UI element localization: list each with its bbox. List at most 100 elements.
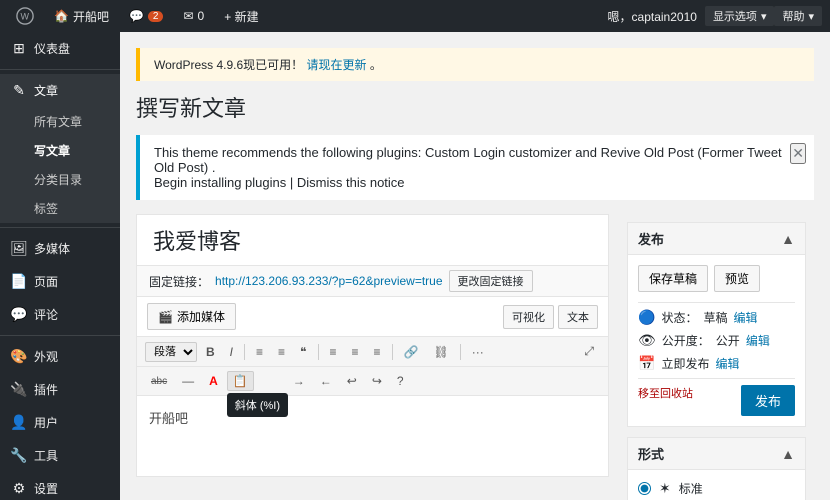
sidebar-item-settings[interactable]: ⚙ 设置: [0, 472, 120, 500]
sidebar-item-plugins[interactable]: 🔌 插件: [0, 373, 120, 406]
sidebar-item-all-posts[interactable]: 所有文章: [0, 107, 120, 136]
bold-button[interactable]: B: [200, 342, 221, 362]
adminbar-greeting[interactable]: 嗯，captain2010: [600, 8, 705, 25]
admin-bar: W 🏠 开船吧 💬 2 ✉ 0 + 新建 嗯，captain2010 显示选项 …: [0, 0, 830, 32]
redo-button[interactable]: ↪: [366, 371, 388, 391]
format-panel-header: 形式 ▲: [628, 438, 805, 470]
fullscreen-button[interactable]: ⤢: [578, 341, 600, 362]
paste-text-button[interactable]: 📋: [227, 371, 254, 391]
publish-actions: 保存草稿 预览: [638, 265, 795, 292]
home-icon: 🏠: [54, 9, 69, 23]
message-icon: ✉: [183, 9, 193, 23]
unordered-list-button[interactable]: ≡: [250, 342, 269, 362]
standard-icon: ✶: [659, 480, 671, 497]
horizontal-rule-button[interactable]: —: [176, 371, 200, 391]
dashboard-icon: ⊞: [10, 40, 28, 57]
plugin-notice: This theme recommends the following plug…: [136, 135, 814, 200]
publish-panel: 发布 ▲ 保存草稿 预览 🔵 状态： 草稿 编辑: [627, 222, 806, 427]
sidebar-item-pages[interactable]: 📄 页面: [0, 265, 120, 298]
sidebar-item-comments[interactable]: 💬 评论: [0, 298, 120, 331]
format-panel: 形式 ▲ ✶ 标准 📄 日志 🖼: [627, 437, 806, 500]
adminbar-comments[interactable]: 💬 2: [121, 9, 172, 23]
publish-panel-body: 保存草稿 预览 🔵 状态： 草稿 编辑 👁 公开度： 公开 编辑: [628, 255, 805, 426]
display-options-button[interactable]: 显示选项 ▾: [705, 6, 775, 26]
status-row: 🔵 状态： 草稿 编辑: [638, 309, 795, 326]
sidebar-item-media[interactable]: 🖼 多媒体: [0, 232, 120, 265]
users-icon: 👤: [10, 414, 28, 431]
publish-panel-toggle[interactable]: ▲: [781, 231, 795, 247]
add-media-button[interactable]: 🎬 添加媒体: [147, 303, 236, 330]
ordered-list-button[interactable]: ≡: [272, 342, 291, 362]
right-sidebar: 发布 ▲ 保存草稿 预览 🔵 状态： 草稿 编辑: [619, 214, 814, 500]
toolbar-separator-4: [460, 344, 461, 360]
appearance-icon: 🎨: [10, 348, 28, 365]
posts-submenu: 所有文章 写文章 分类目录 标签: [0, 107, 120, 223]
font-color-button[interactable]: A: [203, 371, 224, 391]
sidebar-item-categories[interactable]: 分类目录: [0, 165, 120, 194]
align-right-button[interactable]: ≡: [368, 342, 387, 362]
change-permalink-button[interactable]: 更改固定链接: [449, 270, 533, 292]
visual-tab[interactable]: 可视化: [503, 305, 554, 329]
unlink-button[interactable]: ⛓: [428, 342, 455, 362]
blockquote-button[interactable]: ❝: [294, 342, 312, 362]
adminbar-site-name[interactable]: 🏠 开船吧: [46, 8, 117, 25]
permalink-url[interactable]: http://123.206.93.233/?p=62&preview=true: [215, 274, 443, 288]
italic-button[interactable]: I: [224, 342, 239, 362]
editor-container: 固定链接： http://123.206.93.233/?p=62&previe…: [136, 214, 609, 500]
toolbar-separator-3: [392, 344, 393, 360]
wp-logo[interactable]: W: [8, 7, 42, 25]
format-standard-radio[interactable]: [638, 482, 651, 495]
sidebar-item-dashboard[interactable]: ⊞ 仪表盘: [0, 32, 120, 65]
adminbar-messages[interactable]: ✉ 0: [175, 9, 212, 23]
sidebar-item-users[interactable]: 👤 用户: [0, 406, 120, 439]
insert-link-button[interactable]: 🔗: [398, 342, 425, 362]
pages-icon: 📄: [10, 273, 28, 290]
format-select[interactable]: 段落: [145, 342, 197, 362]
update-link[interactable]: 请现在更新: [307, 58, 367, 72]
media-icon: 🖼: [10, 240, 28, 257]
editor-wrapper: 固定链接： http://123.206.93.233/?p=62&previe…: [136, 214, 609, 477]
toolbar-row-1: 段落 B I ≡ ≡ ❝ ≡ ≡ ≡ 🔗 ⛓ ···: [137, 337, 608, 367]
outdent-button[interactable]: ←: [314, 371, 338, 391]
preview-button[interactable]: 预览: [714, 265, 760, 292]
toolbar-separator-2: [318, 344, 319, 360]
strikethrough-button[interactable]: abc: [145, 373, 173, 390]
close-notice-button[interactable]: ✕: [790, 143, 806, 164]
move-to-trash-link[interactable]: 移至回收站: [638, 388, 693, 400]
publish-button[interactable]: 发布: [741, 385, 795, 416]
format-panel-toggle[interactable]: ▲: [781, 446, 795, 462]
help-button[interactable]: ?: [391, 371, 410, 391]
visibility-edit-link[interactable]: 编辑: [746, 332, 770, 349]
sidebar-item-write-post[interactable]: 写文章: [0, 136, 120, 165]
publish-panel-header: 发布 ▲: [628, 223, 805, 255]
read-more-button[interactable]: ···: [466, 342, 490, 362]
publish-time-edit-link[interactable]: 编辑: [715, 355, 739, 372]
text-tab[interactable]: 文本: [558, 305, 598, 329]
settings-icon: ⚙: [10, 480, 28, 497]
sidebar-item-tags[interactable]: 标签: [0, 194, 120, 223]
save-draft-button[interactable]: 保存草稿: [638, 265, 708, 292]
plugin1-link[interactable]: Custom Login customizer: [425, 145, 572, 160]
status-icon: 🔵: [638, 309, 655, 326]
toolbar-row-2: abc — A 📋 斜体 (%I) → ← ↩ ↪ ?: [137, 367, 608, 396]
post-title-area: [137, 215, 608, 266]
dismiss-notice-link[interactable]: Dismiss this notice: [297, 175, 405, 190]
adminbar-new[interactable]: + 新建: [216, 8, 266, 25]
begin-install-link[interactable]: Begin installing plugins: [154, 175, 286, 190]
help-button[interactable]: 帮助 ▾: [774, 6, 822, 26]
align-center-button[interactable]: ≡: [346, 342, 365, 362]
align-left-button[interactable]: ≡: [324, 342, 343, 362]
indent-button[interactable]: →: [287, 371, 311, 391]
sidebar-item-tools[interactable]: 🔧 工具: [0, 439, 120, 472]
format-standard: ✶ 标准: [638, 480, 795, 497]
editor-body[interactable]: 开船吧: [137, 396, 608, 476]
undo-button[interactable]: ↩: [341, 371, 363, 391]
sidebar-item-appearance[interactable]: 🎨 外观: [0, 340, 120, 373]
publish-time-row: 📅 立即发布 编辑: [638, 355, 795, 372]
comments-icon: 💬: [10, 306, 28, 323]
tools-icon: 🔧: [10, 447, 28, 464]
media-add-bar: 🎬 添加媒体 可视化 文本: [137, 297, 608, 337]
status-edit-link[interactable]: 编辑: [733, 309, 757, 326]
post-title-input[interactable]: [145, 223, 600, 257]
sidebar-item-posts[interactable]: ✎ 文章: [0, 74, 120, 107]
